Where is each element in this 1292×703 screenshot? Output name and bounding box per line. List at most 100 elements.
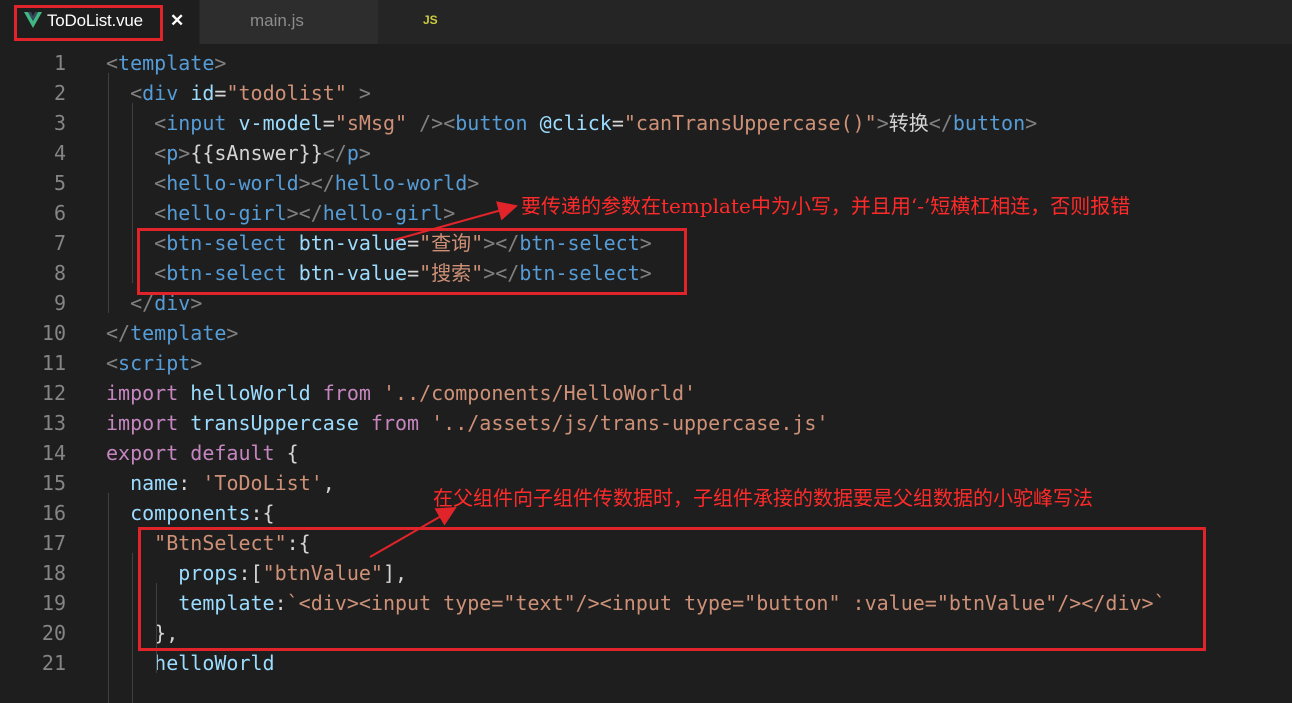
code-token: default bbox=[190, 441, 275, 465]
code-line: 21 helloWorld bbox=[0, 648, 1292, 678]
code-text: components:{ bbox=[106, 498, 275, 528]
code-token: p bbox=[166, 141, 179, 165]
code-token: < bbox=[106, 351, 119, 375]
code-text: <hello-world></hello-world> bbox=[106, 168, 479, 198]
code-token: > bbox=[358, 81, 371, 105]
code-token: hello-girl bbox=[322, 201, 444, 225]
line-number: 17 bbox=[41, 531, 66, 555]
code-token: < bbox=[154, 171, 167, 195]
code-token: import bbox=[106, 381, 179, 405]
code-token: > bbox=[443, 201, 456, 225]
close-icon[interactable]: ✕ bbox=[170, 11, 184, 31]
code-line: 3 <input v-model="sMsg" /><button @click… bbox=[0, 108, 1292, 138]
tab-highlight-box bbox=[14, 5, 163, 41]
line-number: 19 bbox=[41, 591, 66, 615]
code-token: input bbox=[166, 111, 227, 135]
code-token: components bbox=[130, 501, 251, 525]
annotation-note-1: 要传递的参数在template中为小写，并且用‘-’短横杠相连，否则报错 bbox=[521, 194, 1131, 218]
code-text: import helloWorld from '../components/He… bbox=[106, 378, 696, 408]
code-token: :{ bbox=[250, 501, 275, 525]
editor-tab-bar: ToDoList.vue ✕ JS main.js bbox=[0, 0, 1292, 44]
line-number: 4 bbox=[53, 141, 66, 165]
code-token: < bbox=[154, 141, 167, 165]
line-number: 16 bbox=[41, 501, 66, 525]
code-token: hello-girl bbox=[166, 201, 287, 225]
code-token: script bbox=[118, 351, 191, 375]
indent-guide bbox=[108, 73, 109, 313]
code-token: = bbox=[214, 81, 227, 105]
line-number: 15 bbox=[41, 471, 66, 495]
tab-label: main.js bbox=[250, 11, 304, 30]
code-line: 2 <div id="todolist" > bbox=[0, 78, 1292, 108]
line-number: 11 bbox=[41, 351, 66, 375]
code-token: ></ bbox=[286, 201, 323, 225]
code-token: : bbox=[178, 471, 203, 495]
code-text: import transUppercase from '../assets/js… bbox=[106, 408, 829, 438]
code-token: 转换 bbox=[888, 111, 929, 135]
code-token: button bbox=[455, 111, 528, 135]
line-number: 9 bbox=[53, 291, 66, 315]
code-text: <hello-girl></hello-girl> bbox=[106, 198, 455, 228]
code-text: <input v-model="sMsg" /><button @click="… bbox=[106, 108, 1037, 138]
code-token: > bbox=[358, 141, 371, 165]
code-token: id bbox=[190, 81, 215, 105]
code-token: hello-world bbox=[166, 171, 299, 195]
code-token: > bbox=[190, 351, 203, 375]
code-token: ></ bbox=[298, 171, 335, 195]
code-token: = bbox=[611, 111, 624, 135]
code-token: { bbox=[274, 441, 299, 465]
code-token: /> bbox=[419, 111, 444, 135]
code-token: </ bbox=[106, 321, 131, 345]
annotation-note-2: 在父组件向子组件传数据时，子组件承接的数据要是父组数据的小驼峰写法 bbox=[433, 486, 1093, 510]
code-token: > bbox=[467, 171, 480, 195]
code-token: > bbox=[876, 111, 889, 135]
code-token: > bbox=[178, 141, 191, 165]
code-text: <script> bbox=[106, 348, 202, 378]
line-number: 2 bbox=[53, 81, 66, 105]
code-token: helloWorld bbox=[154, 651, 275, 675]
code-token: < bbox=[443, 111, 456, 135]
code-line: 12 import helloWorld from '../components/… bbox=[0, 378, 1292, 408]
line-number: 7 bbox=[53, 231, 66, 255]
line-number: 21 bbox=[41, 651, 66, 675]
code-text: </template> bbox=[106, 318, 238, 348]
code-token: "sMsg" bbox=[334, 111, 408, 135]
code-text: name: 'ToDoList', bbox=[106, 468, 335, 498]
code-token: '../assets/js/trans-uppercase.js' bbox=[431, 411, 829, 435]
code-token: {{sAnswer}} bbox=[190, 141, 323, 165]
code-line: 4 <p>{{sAnswer}}</p> bbox=[0, 138, 1292, 168]
line-number: 12 bbox=[41, 381, 66, 405]
highlight-box-btn-select bbox=[137, 228, 687, 295]
line-number: 8 bbox=[53, 261, 66, 285]
code-token: from bbox=[322, 381, 371, 405]
code-token: < bbox=[154, 201, 167, 225]
indent-guide bbox=[132, 553, 133, 703]
line-number: 1 bbox=[53, 51, 66, 75]
line-number: 18 bbox=[41, 561, 66, 585]
code-line: 14 export default { bbox=[0, 438, 1292, 468]
code-line: 13 import transUppercase from '../assets/… bbox=[0, 408, 1292, 438]
code-token: v-model bbox=[238, 111, 323, 135]
code-token: , bbox=[322, 471, 335, 495]
line-number: 13 bbox=[41, 411, 66, 435]
tab-main-js[interactable]: JS main.js bbox=[200, 0, 438, 44]
code-token: helloWorld bbox=[190, 381, 311, 405]
line-number: 10 bbox=[41, 321, 66, 345]
